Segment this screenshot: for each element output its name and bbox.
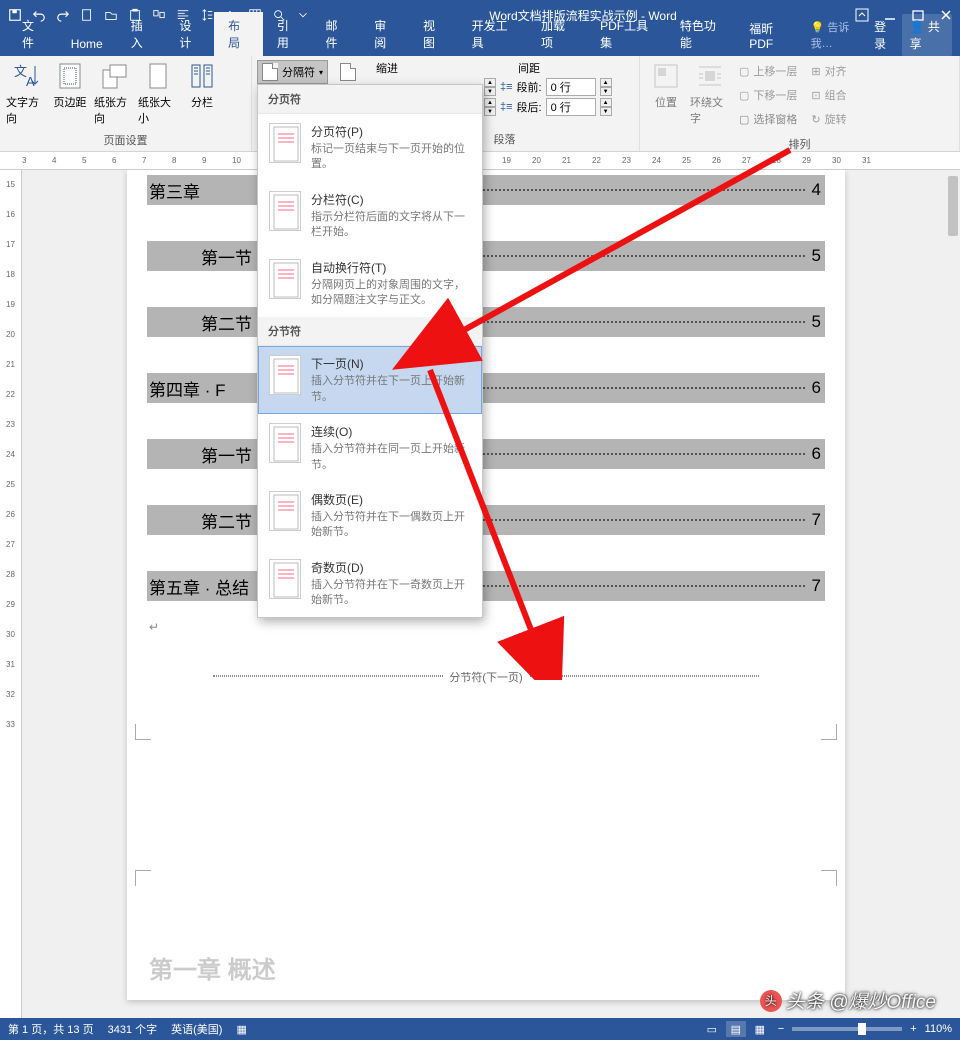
bring-forward-button: ▢ 上移一层	[734, 60, 802, 82]
toc-row: 第二节7	[127, 500, 845, 540]
toc-row: 第一节6	[127, 434, 845, 474]
web-layout-icon[interactable]: ▦	[750, 1021, 770, 1037]
paper-size-button[interactable]: 纸张大小	[138, 60, 178, 126]
print-layout-icon[interactable]: ▤	[726, 1021, 746, 1037]
selection-pane-button[interactable]: ▢ 选择窗格	[734, 108, 802, 130]
columns-button[interactable]: 分栏	[182, 60, 222, 110]
tab-layout[interactable]: 布局	[214, 12, 263, 56]
zoom-slider[interactable]	[792, 1027, 902, 1031]
tab-insert[interactable]: 插入	[117, 12, 166, 56]
paragraph-mark: ↵	[149, 620, 159, 634]
tab-foxit[interactable]: 福昕PDF	[735, 15, 804, 56]
tab-mailings[interactable]: 邮件	[312, 12, 361, 56]
macro-icon[interactable]: ▦	[236, 1023, 246, 1036]
spin-down[interactable]: ▼	[484, 87, 496, 96]
line-numbers-button[interactable]	[335, 60, 361, 84]
language[interactable]: 英语(美国)	[171, 1021, 222, 1037]
dropdown-item[interactable]: 奇数页(D)插入分节符并在下一奇数页上开始新节。	[258, 550, 482, 618]
section-break: 分节符(下一页)	[213, 675, 759, 677]
login-link[interactable]: 登录	[874, 18, 894, 52]
position-button: 位置	[646, 60, 686, 110]
toc-row: 第四章 · F6	[127, 368, 845, 408]
tab-view[interactable]: 视图	[409, 12, 458, 56]
zoom-level[interactable]: 110%	[925, 1023, 952, 1035]
group-page-setup-label: 页面设置	[0, 130, 251, 152]
tab-file[interactable]: 文件	[8, 12, 57, 56]
toc-row: 第三章4	[127, 170, 845, 210]
tab-references[interactable]: 引用	[263, 12, 312, 56]
text-direction-button[interactable]: 文A 文字方向	[6, 60, 46, 126]
toc-row: 第一节5	[127, 236, 845, 276]
spacing-label: 间距	[518, 60, 540, 76]
tab-developer[interactable]: 开发工具	[458, 12, 527, 56]
spacing-after-input[interactable]	[546, 98, 596, 116]
ribbon-tabs: 文件 Home 插入 设计 布局 引用 邮件 审阅 视图 开发工具 加载项 PD…	[0, 30, 960, 56]
wrap-text-button: 环绕文字	[690, 60, 730, 126]
page-count[interactable]: 第 1 页，共 13 页	[8, 1021, 94, 1037]
dropdown-item[interactable]: 连续(O)插入分节符并在同一页上开始新节。	[258, 414, 482, 482]
tell-me-input[interactable]: 💡 告诉我…	[805, 15, 866, 55]
spacing-before-input[interactable]	[546, 78, 596, 96]
margins-button[interactable]: 页边距	[50, 60, 90, 110]
vertical-scrollbar[interactable]	[946, 170, 960, 1018]
scroll-thumb[interactable]	[948, 176, 958, 236]
page-1: 第三章4第一节5第二节5第四章 · F6第一节6第二节7第五章 · 总结7 ↵ …	[127, 170, 845, 1000]
dropdown-section-sectionbreaks: 分节符	[258, 317, 482, 346]
share-button[interactable]: 👤 共享	[902, 14, 952, 56]
dropdown-item[interactable]: 偶数页(E)插入分节符并在下一偶数页上开始新节。	[258, 482, 482, 550]
breaks-button[interactable]: 分隔符 ▾	[257, 60, 328, 84]
tab-home[interactable]: Home	[57, 32, 117, 56]
status-bar: 第 1 页，共 13 页 3431 个字 英语(美国) ▦ ▭ ▤ ▦ − + …	[0, 1018, 960, 1040]
page-icon	[340, 63, 356, 81]
new-icon[interactable]	[76, 4, 98, 26]
toc-row: 第五章 · 总结7	[127, 566, 845, 606]
align-button: ⊞ 对齐	[806, 60, 851, 82]
tab-special[interactable]: 特色功能	[666, 12, 735, 56]
rotate-button: ↻ 旋转	[806, 108, 851, 130]
word-count[interactable]: 3431 个字	[108, 1021, 158, 1037]
chapter-heading: 第一章 概述	[149, 950, 276, 985]
read-mode-icon[interactable]: ▭	[702, 1021, 722, 1037]
breaks-icon	[262, 63, 278, 81]
toc-row: 第二节5	[127, 302, 845, 342]
group-button: ⊡ 组合	[806, 84, 851, 106]
vertical-ruler[interactable]: 15161718192021222324252627282930313233	[0, 170, 22, 1018]
dropdown-item[interactable]: 自动换行符(T)分隔网页上的对象周围的文字，如分隔题注文字与正文。	[258, 250, 482, 318]
dropdown-item[interactable]: 分页符(P)标记一页结束与下一页开始的位置。	[258, 114, 482, 182]
watermark: 头头条 @爆炒Office	[760, 987, 936, 1014]
tab-pdftools[interactable]: PDF工具集	[586, 12, 666, 56]
dropdown-item[interactable]: 下一页(N)插入分节符并在下一页上开始新节。	[258, 346, 482, 414]
indent-label: 缩进	[376, 60, 398, 76]
breaks-dropdown: 分页符 分页符(P)标记一页结束与下一页开始的位置。分栏符(C)指示分栏符后面的…	[257, 84, 483, 618]
spin-up[interactable]: ▲	[484, 78, 496, 87]
send-backward-button: ▢ 下移一层	[734, 84, 802, 106]
document-area[interactable]: 第三章4第一节5第二节5第四章 · F6第一节6第二节7第五章 · 总结7 ↵ …	[22, 170, 946, 1018]
tab-addins[interactable]: 加载项	[527, 12, 586, 56]
tab-design[interactable]: 设计	[165, 12, 214, 56]
tab-review[interactable]: 审阅	[360, 12, 409, 56]
dropdown-item[interactable]: 分栏符(C)指示分栏符后面的文字将从下一栏开始。	[258, 182, 482, 250]
zoom-out-icon[interactable]: −	[778, 1023, 784, 1035]
zoom-in-icon[interactable]: +	[910, 1023, 916, 1035]
svg-text:A: A	[26, 74, 35, 89]
dropdown-section-pagebreaks: 分页符	[258, 85, 482, 114]
orientation-button[interactable]: 纸张方向	[94, 60, 134, 126]
